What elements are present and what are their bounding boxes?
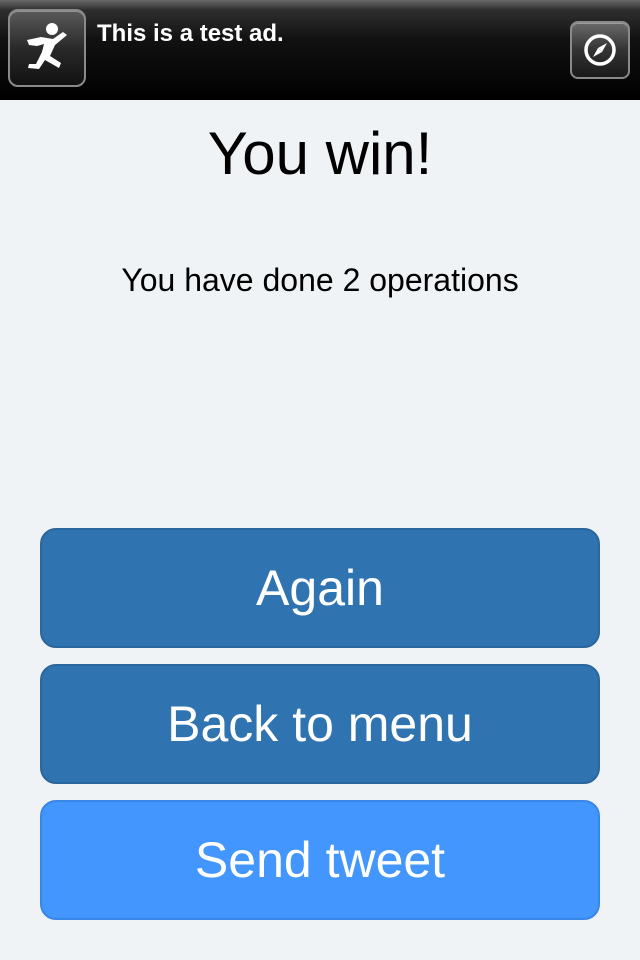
compass-icon[interactable] xyxy=(570,21,630,79)
result-title: You win! xyxy=(207,120,433,187)
back-to-menu-button[interactable]: Back to menu xyxy=(40,664,600,784)
ad-banner[interactable]: This is a test ad. xyxy=(0,0,640,100)
running-person-icon[interactable] xyxy=(8,9,86,87)
again-button[interactable]: Again xyxy=(40,528,600,648)
send-tweet-button[interactable]: Send tweet xyxy=(40,800,600,920)
operations-message: You have done 2 operations xyxy=(121,262,519,298)
ad-text[interactable]: This is a test ad. xyxy=(97,20,284,48)
